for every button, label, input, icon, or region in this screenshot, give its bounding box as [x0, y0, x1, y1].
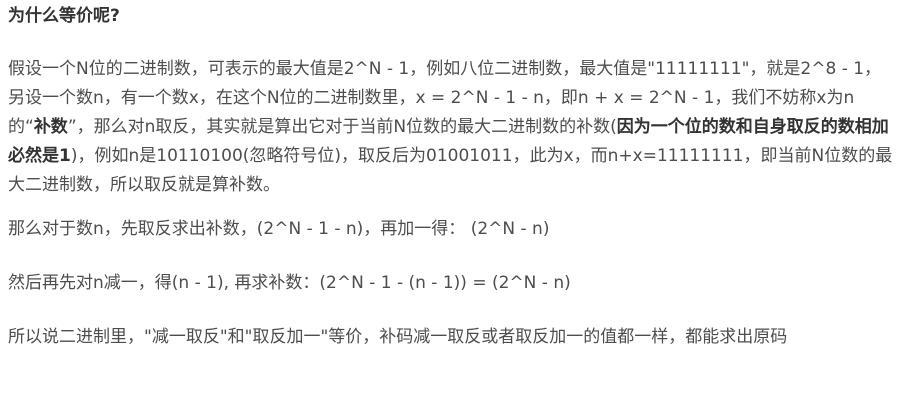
- paragraph-invert-then-add: 那么对于数n，先取反求出补数，(2^N - 1 - n)，再加一得： (2^N …: [8, 219, 550, 239]
- paragraph-subtract-then-invert: 然后再先对n减一，得(n - 1), 再求补数：(2^N - 1 - (n - …: [8, 273, 571, 293]
- paragraph-explanation: 假设一个N位的二进制数，可表示的最大值是2^N - 1，例如八位二进制数，最大值…: [8, 55, 899, 200]
- paragraph-conclusion: 所以说二进制里，"减一取反"和"取反加一"等价，补码减一取反或者取反加一的值都一…: [8, 327, 788, 347]
- paragraph-text: )，例如n是10110100(忽略符号位)，取反后为01001011，此为x，而…: [8, 146, 893, 195]
- section-heading: 为什么等价呢?: [8, 6, 120, 26]
- article-body: 为什么等价呢? 假设一个N位的二进制数，可表示的最大值是2^N - 1，例如八位…: [0, 0, 899, 352]
- paragraph-text: ”，那么对n取反，其实就是算出它对于当前N位数的最大二进制数的补数(: [67, 117, 617, 137]
- bold-term-complement: 补数: [33, 117, 68, 137]
